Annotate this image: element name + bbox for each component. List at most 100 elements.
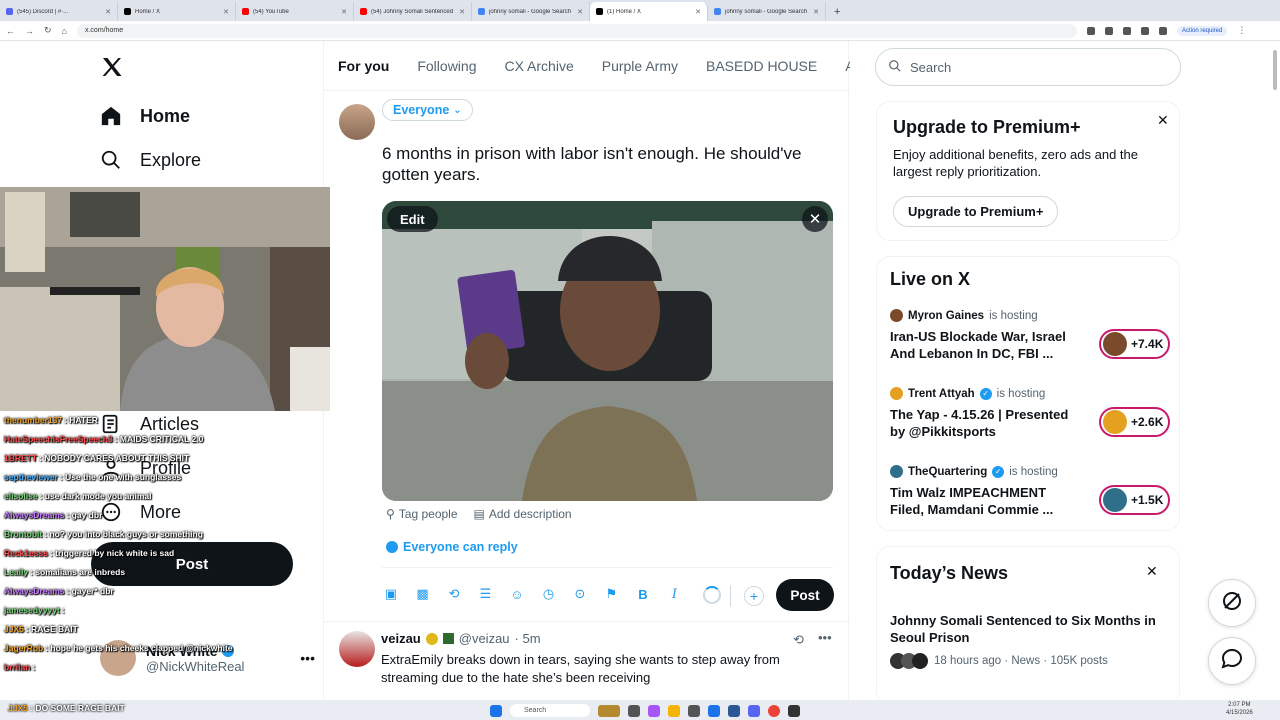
close-icon[interactable]: ✕ <box>1157 112 1169 129</box>
post-avatar[interactable] <box>339 631 375 667</box>
live-listeners-badge[interactable]: +2.6K <box>1099 407 1170 437</box>
news-card: Today’s News ✕ Johnny Somali Sentenced t… <box>876 546 1180 706</box>
x-logo-icon[interactable] <box>100 55 124 84</box>
emoji-icon[interactable]: ☺ <box>508 585 526 603</box>
browser-tab[interactable]: (54) Johnny Somali Sentenced t... ✕ <box>354 2 472 21</box>
action-required-button[interactable]: Action required <box>1176 25 1228 36</box>
app-icon[interactable] <box>728 704 740 717</box>
bold-icon[interactable]: B <box>634 585 652 603</box>
add-post-icon[interactable]: + <box>744 586 764 606</box>
close-tab-icon[interactable]: ✕ <box>341 8 347 16</box>
italic-icon[interactable]: I <box>666 585 684 603</box>
new-tab-icon[interactable]: + <box>826 6 848 21</box>
close-tab-icon[interactable]: ✕ <box>459 8 465 16</box>
extension-icon[interactable] <box>1158 26 1167 35</box>
audience-selector[interactable]: Everyone ⌄ <box>382 99 473 121</box>
folder-icon[interactable] <box>668 704 680 717</box>
extension-icon[interactable] <box>1140 26 1149 35</box>
poll-icon[interactable]: ☰ <box>477 585 495 603</box>
browser-tab[interactable]: (1) Home / X ✕ <box>590 2 708 21</box>
clock-time: 2:07 PM <box>1228 702 1251 708</box>
chat-message: 1BRETT: NOBODY CARES ABOUT THIS SHIT <box>0 449 330 468</box>
post-time[interactable]: · 5m <box>515 631 541 646</box>
close-tab-icon[interactable]: ✕ <box>577 8 583 16</box>
attached-image: Edit ✕ <box>382 201 833 501</box>
edit-image-button[interactable]: Edit <box>387 206 438 232</box>
url-field[interactable]: x.com/home <box>76 23 1077 38</box>
widgets-icon[interactable] <box>598 704 620 717</box>
grok-icon[interactable]: ⟲ <box>793 632 804 648</box>
grok-icon[interactable]: ⟲ <box>445 585 463 603</box>
reload-icon[interactable]: ↻ <box>44 25 52 36</box>
grok-floating-button[interactable] <box>1208 579 1256 627</box>
chat-user: jamesedyyyyt <box>4 605 60 615</box>
browser-address-bar: ← → ↻ ⌂ x.com/home Action required ⋮ <box>0 21 1280 41</box>
tab-cx-archive[interactable]: CX Archive <box>490 41 587 90</box>
live-listeners-badge[interactable]: +1.5K <box>1099 485 1170 515</box>
composer-post-button[interactable]: Post <box>776 579 834 611</box>
live-item[interactable]: Trent Attyah ✓ is hosting The Yap - 4.15.26… <box>890 387 1170 457</box>
listener-avatar <box>1103 332 1127 356</box>
news-headline[interactable]: Johnny Somali Sentenced to Six Months in… <box>890 612 1170 646</box>
chrome-icon[interactable] <box>768 704 780 717</box>
gif-icon[interactable]: ▩ <box>414 585 432 603</box>
image-icon[interactable]: ▣ <box>382 585 400 603</box>
forward-icon[interactable]: → <box>25 26 34 36</box>
tab-title: (54) YouTube <box>253 8 289 15</box>
nav-home[interactable]: Home <box>100 105 190 127</box>
tab-basedd-house[interactable]: BASEDD HOUSE <box>692 41 831 90</box>
extension-icon[interactable] <box>1104 26 1113 35</box>
discord-icon[interactable] <box>748 704 760 717</box>
browser-tab[interactable]: Home / X ✕ <box>118 2 236 21</box>
extension-icon[interactable] <box>1086 26 1095 35</box>
tab-favicon-icon <box>360 8 367 15</box>
browser-tab[interactable]: johnny somali - Google Search ✕ <box>708 2 826 21</box>
post-author[interactable]: veizau <box>381 631 421 646</box>
windows-start-icon[interactable] <box>490 704 502 717</box>
schedule-icon[interactable]: ◷ <box>540 585 558 603</box>
taskbar-search[interactable]: Search <box>510 704 590 717</box>
tab-for-you[interactable]: For you <box>324 41 403 90</box>
tab-favicon-icon <box>242 8 249 15</box>
tab-following[interactable]: Following <box>403 41 490 90</box>
live-item[interactable]: Myron Gaines is hosting Iran-US Blockade W… <box>890 309 1170 379</box>
close-tab-icon[interactable]: ✕ <box>223 8 229 16</box>
close-tab-icon[interactable]: ✕ <box>105 8 111 16</box>
close-tab-icon[interactable]: ✕ <box>813 8 819 16</box>
more-dots-icon[interactable]: ••• <box>818 630 832 645</box>
messages-floating-button[interactable] <box>1208 637 1256 685</box>
home-browser-icon[interactable]: ⌂ <box>62 26 67 36</box>
add-description-link[interactable]: ▤ Add description <box>474 507 572 521</box>
composer-text[interactable]: 6 months in prison with labor isn't enou… <box>382 143 837 185</box>
app-icon[interactable] <box>688 704 700 717</box>
close-icon[interactable]: ✕ <box>1146 563 1158 580</box>
location-icon[interactable]: ⊙ <box>571 585 589 603</box>
chat-text: : <box>32 662 36 672</box>
scrollbar-thumb[interactable] <box>1273 50 1277 90</box>
search-box[interactable]: Search <box>875 48 1181 86</box>
clock[interactable]: 2:07 PM 4/15/2026 <box>1226 701 1253 717</box>
chat-message: jamesedyyyyt: <box>0 601 330 620</box>
back-icon[interactable]: ← <box>6 26 15 36</box>
obs-icon[interactable] <box>788 704 800 717</box>
app-icon[interactable] <box>648 704 660 717</box>
browser-tab[interactable]: (545) Discord | #·... ✕ <box>0 2 118 21</box>
remove-image-icon[interactable]: ✕ <box>802 206 828 232</box>
reply-setting[interactable]: Everyone can reply <box>386 540 518 554</box>
live-listeners-badge[interactable]: +7.4K <box>1099 329 1170 359</box>
post-handle[interactable]: @veizau <box>459 631 510 646</box>
browser-tab[interactable]: johnny somali - Google Search ✕ <box>472 2 590 21</box>
tag-people-link[interactable]: ⚲ Tag people <box>386 507 458 521</box>
browser-menu-icon[interactable]: ⋮ <box>1237 25 1246 36</box>
edge-icon[interactable] <box>708 704 720 717</box>
main-column: For you Following CX Archive Purple Army… <box>323 41 850 701</box>
nav-explore[interactable]: Explore <box>100 149 201 171</box>
extension-icon[interactable] <box>1122 26 1131 35</box>
tab-apo[interactable]: Apo <box>831 41 850 90</box>
taskview-icon[interactable] <box>628 704 640 717</box>
close-tab-icon[interactable]: ✕ <box>695 8 701 16</box>
flag-icon[interactable]: ⚑ <box>603 585 621 603</box>
browser-tab[interactable]: (54) YouTube ✕ <box>236 2 354 21</box>
premium-button[interactable]: Upgrade to Premium+ <box>893 196 1059 227</box>
live-item[interactable]: TheQuartering ✓ is hosting Tim Walz IMPEACH… <box>890 465 1170 535</box>
